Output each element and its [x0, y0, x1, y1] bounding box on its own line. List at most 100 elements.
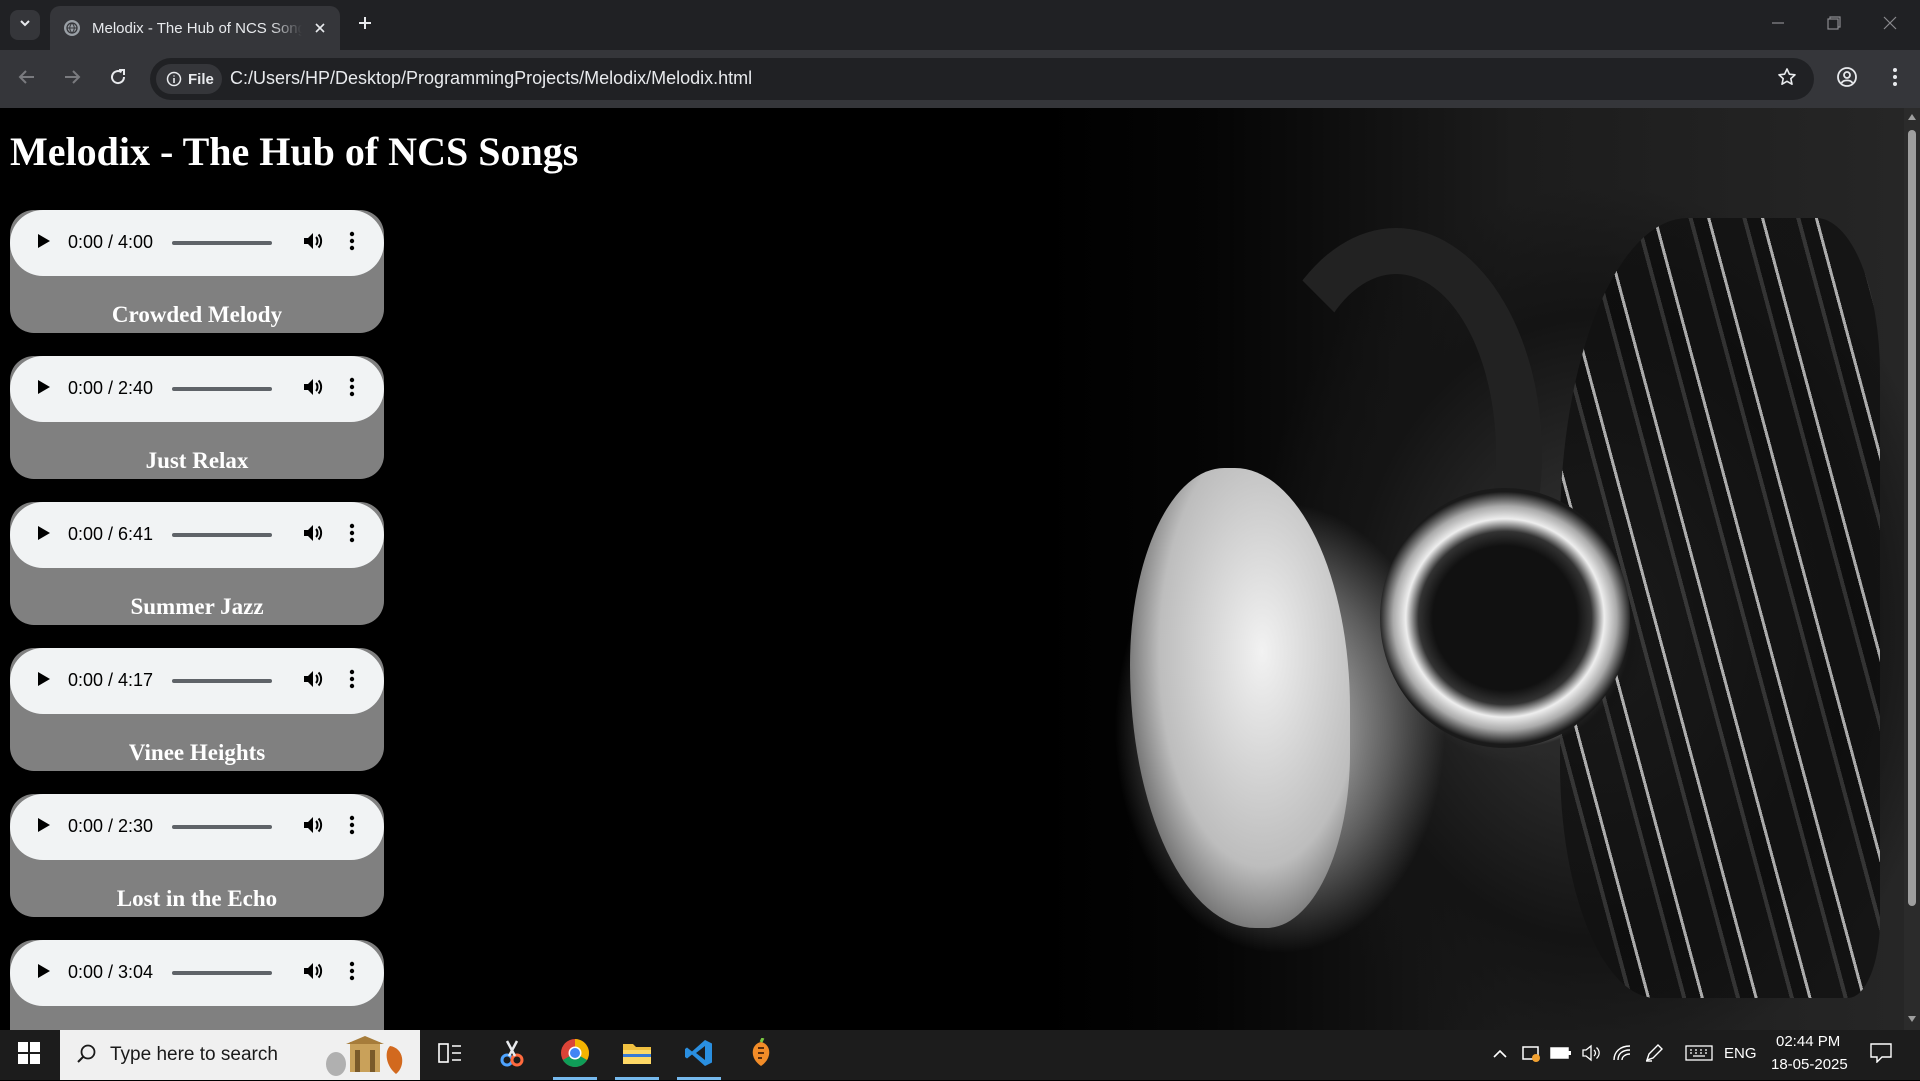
audio-options-button[interactable]: [342, 230, 362, 256]
url-text[interactable]: C:/Users/HP/Desktop/ProgrammingProjects/…: [230, 68, 752, 89]
volume-tray-button[interactable]: [1580, 1044, 1602, 1066]
time-display: 0:00 / 4:00: [68, 232, 154, 252]
play-icon: [37, 233, 51, 254]
seek-slider[interactable]: [172, 679, 272, 683]
audio-options-button[interactable]: [342, 668, 362, 694]
seek-slider[interactable]: [172, 533, 272, 537]
network-button[interactable]: [1611, 1044, 1633, 1066]
scroll-down-icon[interactable]: [1907, 1014, 1917, 1024]
volume-button[interactable]: [300, 668, 326, 694]
plus-icon: [357, 15, 373, 36]
bookmark-button[interactable]: [1774, 66, 1800, 92]
play-button[interactable]: [32, 961, 56, 985]
battery-button[interactable]: [1550, 1044, 1572, 1066]
pen-workspace-button[interactable]: [1643, 1043, 1665, 1066]
play-icon: [37, 671, 51, 692]
close-icon[interactable]: [310, 18, 330, 38]
browser-menu-button[interactable]: [1880, 64, 1910, 94]
audio-options-button[interactable]: [342, 522, 362, 548]
clock-time[interactable]: 02:44 PM: [1776, 1033, 1840, 1050]
audio-options-button[interactable]: [342, 814, 362, 840]
tab-title: Melodix - The Hub of NCS Songs: [92, 19, 302, 37]
audio-player[interactable]: 0:00 / 2:40: [10, 356, 384, 422]
song-title: Summer Jazz: [130, 594, 264, 619]
new-tab-button[interactable]: [352, 12, 378, 38]
star-icon: [1777, 67, 1797, 92]
tab-search-button[interactable]: [10, 10, 40, 40]
volume-button[interactable]: [300, 230, 326, 256]
seek-slider[interactable]: [172, 971, 272, 975]
search-placeholder: Type here to search: [110, 1044, 278, 1065]
snipping-tool-app[interactable]: [484, 1032, 540, 1078]
time-display: 0:00 / 6:41: [68, 524, 154, 544]
audio-options-button[interactable]: [342, 960, 362, 986]
volume-button[interactable]: [300, 960, 326, 986]
forward-button[interactable]: [57, 64, 87, 94]
profile-button[interactable]: [1832, 64, 1862, 94]
chevron-down-icon: [18, 16, 32, 35]
arrow-left-icon: [17, 67, 37, 92]
profile-icon: [1836, 66, 1858, 93]
minimize-button[interactable]: [1758, 10, 1798, 40]
audio-player[interactable]: 0:00 / 6:41: [10, 502, 384, 568]
start-button[interactable]: [0, 1030, 58, 1080]
seek-slider[interactable]: [172, 825, 272, 829]
security-tray-button[interactable]: [1520, 1044, 1542, 1066]
volume-button[interactable]: [300, 376, 326, 402]
play-button[interactable]: [32, 377, 56, 401]
scroll-thumb[interactable]: [1908, 130, 1916, 906]
scroll-up-icon[interactable]: [1907, 112, 1917, 122]
volume-icon: [302, 230, 324, 257]
more-vertical-icon: [349, 815, 355, 840]
address-bar[interactable]: File C:/Users/HP/Desktop/ProgrammingProj…: [150, 58, 1814, 100]
vscode-icon: [684, 1038, 714, 1073]
windows-logo-icon: [18, 1041, 40, 1069]
chip-label: File: [188, 70, 214, 88]
song-card: 0:00 / 2:40 Just Relax: [10, 356, 384, 479]
language-indicator[interactable]: ENG: [1724, 1045, 1757, 1062]
task-view-button[interactable]: [422, 1032, 478, 1078]
seek-slider[interactable]: [172, 387, 272, 391]
browser-titlebar: Melodix - The Hub of NCS Songs: [0, 0, 1920, 50]
reload-button[interactable]: [103, 64, 133, 94]
info-icon: [166, 71, 182, 87]
minimize-icon: [1771, 16, 1785, 35]
vscode-app[interactable]: [671, 1032, 727, 1080]
audio-player[interactable]: 0:00 / 4:00: [10, 210, 384, 276]
restore-button[interactable]: [1814, 10, 1854, 40]
time-display: 0:00 / 2:40: [68, 378, 154, 398]
volume-button[interactable]: [300, 814, 326, 840]
play-button[interactable]: [32, 669, 56, 693]
task-view-icon: [438, 1042, 462, 1069]
page-scrollbar[interactable]: [1904, 108, 1920, 1030]
show-hidden-icons-button[interactable]: [1489, 1044, 1511, 1066]
play-button[interactable]: [32, 523, 56, 547]
play-icon: [37, 817, 51, 838]
song-title: Just Relax: [145, 448, 249, 473]
chrome-app[interactable]: [547, 1032, 603, 1080]
scissors-icon: [499, 1039, 525, 1072]
site-info-chip[interactable]: File: [156, 64, 222, 94]
fl-studio-app[interactable]: [733, 1032, 789, 1078]
play-button[interactable]: [32, 815, 56, 839]
clock-date[interactable]: 18-05-2025: [1771, 1056, 1848, 1073]
audio-player[interactable]: 0:00 / 4:17: [10, 648, 384, 714]
windows-taskbar: Type here to search ENG 02:44 PM 18-05-2…: [0, 1030, 1920, 1080]
audio-player[interactable]: 0:00 / 3:04: [10, 940, 384, 1006]
touch-keyboard-button[interactable]: [1684, 1044, 1714, 1066]
file-explorer-app[interactable]: [609, 1032, 665, 1080]
song-card: 0:00 / 2:30 Lost in the Echo: [10, 794, 384, 917]
notification-center-button[interactable]: [1868, 1042, 1894, 1068]
browser-tab[interactable]: Melodix - The Hub of NCS Songs: [50, 6, 340, 50]
browser-toolbar: File C:/Users/HP/Desktop/ProgrammingProj…: [0, 50, 1920, 109]
close-window-button[interactable]: [1870, 10, 1910, 40]
more-vertical-icon: [349, 669, 355, 694]
play-button[interactable]: [32, 231, 56, 255]
seek-slider[interactable]: [172, 241, 272, 245]
notification-icon: [1870, 1042, 1892, 1068]
taskbar-search-box[interactable]: Type here to search: [60, 1030, 420, 1080]
back-button[interactable]: [12, 64, 42, 94]
volume-button[interactable]: [300, 522, 326, 548]
audio-options-button[interactable]: [342, 376, 362, 402]
audio-player[interactable]: 0:00 / 2:30: [10, 794, 384, 860]
